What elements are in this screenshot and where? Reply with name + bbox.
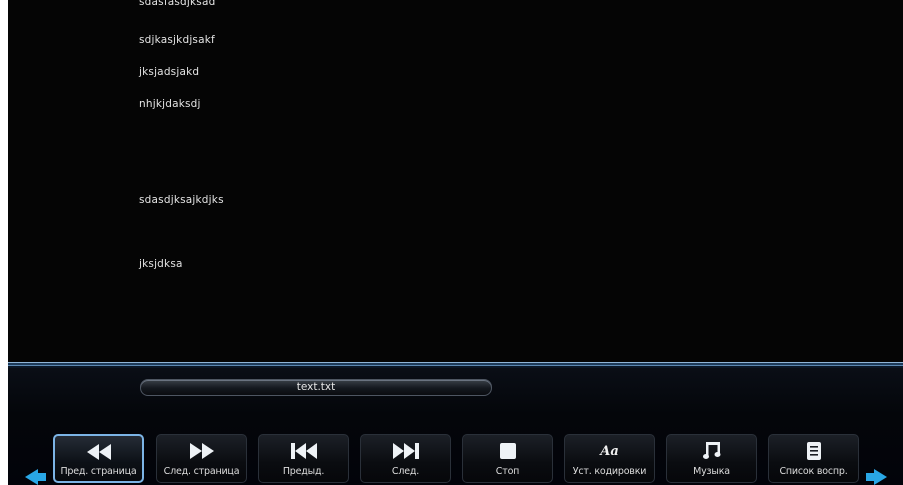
control-panel: text.txt Пред. страница След. страница П… — [8, 368, 903, 485]
text-content-area: sdasfasdjksad sdjkasjkdjsakf jksjadsjakd… — [8, 0, 903, 362]
text-line: jksjdksa — [139, 258, 183, 270]
skip-previous-icon — [259, 441, 348, 461]
encoding-label: Уст. кодировки — [572, 466, 647, 477]
music-note-icon — [667, 441, 756, 461]
encoding-button[interactable]: Aa Уст. кодировки — [564, 434, 655, 483]
playlist-button[interactable]: Список воспр. — [768, 434, 859, 483]
scroll-right-arrow-icon[interactable] — [866, 469, 887, 485]
media-toolbar: Пред. страница След. страница Предыд. Сл… — [8, 434, 903, 485]
rewind-icon — [55, 442, 142, 462]
filename-bar: text.txt — [140, 379, 492, 396]
scroll-left-arrow-icon[interactable] — [25, 469, 46, 485]
text-viewer-screen: sdasfasdjksad sdjkasjkdjsakf jksjadsjakd… — [8, 0, 903, 485]
text-line: sdasdjksajkdjks — [139, 194, 224, 206]
previous-label: Предыд. — [282, 466, 325, 477]
prev-page-label: Пред. страница — [60, 466, 137, 477]
music-label: Музыка — [693, 466, 730, 477]
text-line: nhjkjdaksdj — [139, 98, 201, 110]
stop-icon — [463, 441, 552, 461]
previous-button[interactable]: Предыд. — [258, 434, 349, 483]
next-label: След. — [391, 466, 420, 477]
next-button[interactable]: След. — [360, 434, 451, 483]
text-line: jksjadsjakd — [139, 66, 200, 78]
stop-button[interactable]: Стоп — [462, 434, 553, 483]
text-line: sdjkasjkdjsakf — [139, 34, 215, 46]
skip-next-icon — [361, 441, 450, 461]
playlist-label: Список воспр. — [779, 466, 848, 477]
next-page-label: След. страница — [163, 466, 240, 477]
fast-forward-icon — [157, 441, 246, 461]
stop-label: Стоп — [495, 466, 520, 477]
font-encoding-icon: Aa — [600, 443, 619, 459]
next-page-button[interactable]: След. страница — [156, 434, 247, 483]
music-button[interactable]: Музыка — [666, 434, 757, 483]
prev-page-button[interactable]: Пред. страница — [53, 434, 144, 483]
playlist-icon — [769, 441, 858, 461]
text-line: sdasfasdjksad — [139, 0, 216, 8]
